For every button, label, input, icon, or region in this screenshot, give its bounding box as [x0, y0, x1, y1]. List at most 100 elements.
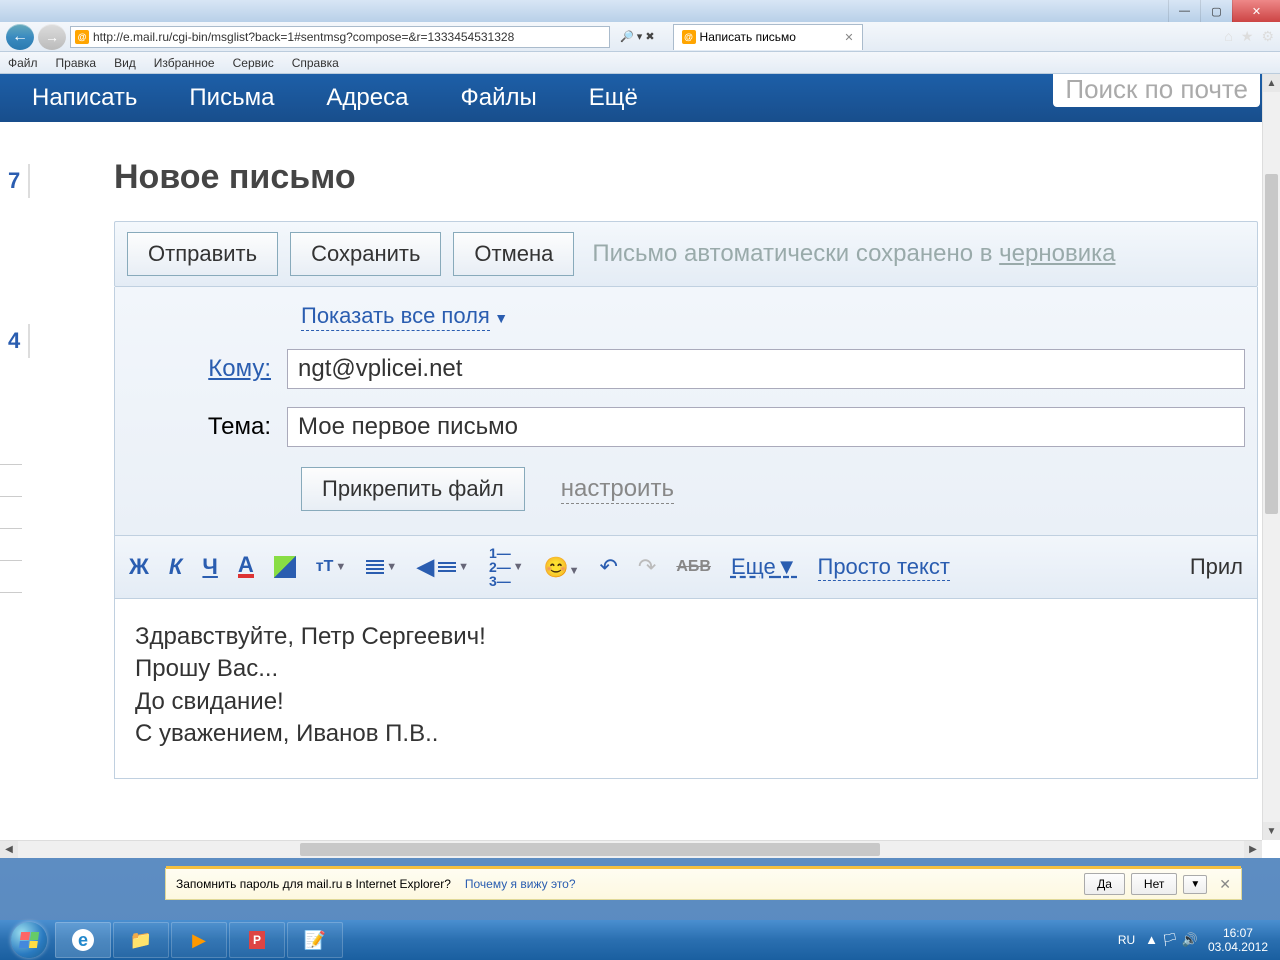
scroll-up-icon[interactable]: ▲: [1263, 74, 1280, 92]
taskbar-ie-icon[interactable]: e: [55, 922, 111, 958]
attach-row: Прикрепить файл настроить: [301, 467, 1245, 511]
infobar-why-link[interactable]: Почему я вижу это?: [465, 877, 576, 891]
addr-controls[interactable]: 🔎 ▾ ✖: [614, 30, 661, 43]
favicon-icon: @: [75, 30, 89, 44]
menu-file[interactable]: Файл: [8, 56, 38, 70]
body-line: Здравствуйте, Петр Сергеевич!: [135, 621, 1237, 653]
taskbar-media-icon[interactable]: ▶: [171, 922, 227, 958]
nav-more[interactable]: Ещё: [589, 84, 638, 112]
list-icon[interactable]: 1—2—3—▼: [489, 546, 524, 588]
editor-toolbar: Ж К Ч А тТ▼ ▼ ◀▼ 1—2—3—▼ 😊▼ ↶ ↷ АБВ Еще▼…: [114, 536, 1258, 599]
taskbar-powerpoint-icon[interactable]: P: [229, 922, 285, 958]
home-icon[interactable]: ⌂: [1224, 28, 1232, 45]
autosave-drafts-link[interactable]: черновика: [999, 240, 1115, 267]
nav-letters[interactable]: Письма: [189, 84, 274, 112]
tab-close-icon[interactable]: ✕: [844, 31, 853, 44]
to-input[interactable]: [287, 349, 1245, 389]
to-label[interactable]: Кому:: [127, 355, 287, 383]
horizontal-scrollbar[interactable]: ◀ ▶: [0, 840, 1262, 858]
taskbar-notepad-icon[interactable]: 📝: [287, 922, 343, 958]
subject-label: Тема:: [127, 413, 287, 441]
window-maximize-button[interactable]: ▢: [1200, 0, 1232, 22]
body-line: Прошу Вас...: [135, 653, 1237, 685]
taskbar: e 📁 ▶ P 📝 RU ▲ 🏳 🔊 16:07 03.04.2012: [0, 920, 1280, 960]
scroll-left-icon[interactable]: ◀: [0, 841, 18, 858]
italic-icon[interactable]: К: [169, 554, 183, 580]
configure-link[interactable]: настроить: [561, 475, 674, 504]
nav-compose[interactable]: Написать: [32, 84, 137, 112]
mailru-header: Написать Письма Адреса Файлы Ещё Поиск п…: [0, 74, 1280, 122]
gutter-number-7: 7: [0, 164, 30, 198]
editor-body[interactable]: Здравствуйте, Петр Сергеевич! Прошу Вас.…: [114, 599, 1258, 779]
subject-input[interactable]: [287, 407, 1245, 447]
infobar-dropdown-icon[interactable]: ▼: [1183, 875, 1207, 894]
cancel-button[interactable]: Отмена: [453, 232, 574, 276]
indent-icon[interactable]: ◀▼: [417, 554, 469, 580]
scroll-h-thumb[interactable]: [300, 843, 880, 856]
window-titlebar: — ▢ ✕: [0, 0, 1280, 22]
scroll-thumb[interactable]: [1265, 174, 1278, 514]
font-color-icon[interactable]: А: [238, 556, 254, 578]
address-bar[interactable]: @ http://e.mail.ru/cgi-bin/msglist?back=…: [70, 26, 610, 48]
underline-icon[interactable]: Ч: [202, 554, 217, 580]
compose-panel: Новое письмо Отправить Сохранить Отмена …: [114, 158, 1258, 779]
emoji-icon[interactable]: 😊▼: [544, 555, 580, 580]
back-button[interactable]: ←: [6, 24, 34, 50]
system-tray: RU ▲ 🏳 🔊 16:07 03.04.2012: [1118, 926, 1276, 955]
to-field-row: Кому:: [127, 349, 1245, 389]
tray-lang[interactable]: RU: [1118, 933, 1135, 947]
fields-wrap: Показать все поля ▼ Кому: Тема: Прикрепи…: [114, 287, 1258, 536]
tray-clock[interactable]: 16:07 03.04.2012: [1208, 926, 1268, 955]
font-size-icon[interactable]: тТ▼: [316, 558, 347, 576]
show-all-fields-link[interactable]: Показать все поля: [301, 303, 490, 331]
content-area: Написать Письма Адреса Файлы Ещё Поиск п…: [0, 74, 1280, 858]
nav-addresses[interactable]: Адреса: [326, 84, 408, 112]
nav-files[interactable]: Файлы: [460, 84, 536, 112]
ie-right-icons: ⌂ ★ ⚙: [1224, 28, 1274, 45]
infobar-yes-button[interactable]: Да: [1084, 873, 1125, 895]
tray-icons[interactable]: ▲ 🏳 🔊: [1145, 932, 1198, 948]
menu-favorites[interactable]: Избранное: [154, 56, 215, 70]
undo-icon[interactable]: ↶: [599, 554, 617, 580]
menu-help[interactable]: Справка: [292, 56, 339, 70]
scroll-down-icon[interactable]: ▼: [1263, 822, 1280, 840]
chevron-down-icon: ▼: [494, 310, 508, 326]
align-icon[interactable]: ▼: [366, 560, 397, 574]
url-text: http://e.mail.ru/cgi-bin/msglist?back=1#…: [93, 30, 514, 44]
window-close-button[interactable]: ✕: [1232, 0, 1280, 22]
search-mail-input[interactable]: Поиск по почте: [1053, 74, 1260, 107]
ie-nav-toolbar: ← → @ http://e.mail.ru/cgi-bin/msglist?b…: [0, 22, 1280, 52]
scroll-right-icon[interactable]: ▶: [1244, 841, 1262, 858]
infobar-close-icon[interactable]: ✕: [1219, 876, 1231, 893]
gear-icon[interactable]: ⚙: [1261, 28, 1274, 45]
infobar-no-button[interactable]: Нет: [1131, 873, 1177, 895]
ie-menu-bar: Файл Правка Вид Избранное Сервис Справка: [0, 52, 1280, 74]
highlight-icon[interactable]: [274, 556, 296, 578]
forward-button[interactable]: →: [38, 24, 66, 50]
menu-view[interactable]: Вид: [114, 56, 136, 70]
start-button[interactable]: [4, 921, 54, 959]
browser-tab[interactable]: @ Написать письмо ✕: [673, 24, 863, 50]
subject-field-row: Тема:: [127, 407, 1245, 447]
menu-edit[interactable]: Правка: [56, 56, 97, 70]
plain-text-link[interactable]: Просто текст: [818, 554, 950, 581]
tabs-bar: @ Написать письмо ✕: [673, 24, 863, 50]
toolbar-more-link[interactable]: Еще▼: [731, 554, 798, 580]
strike-icon[interactable]: АБВ: [676, 558, 711, 576]
autosave-text: Письмо автоматически сохранено в чернови…: [592, 240, 1115, 268]
attach-file-button[interactable]: Прикрепить файл: [301, 467, 525, 511]
taskbar-explorer-icon[interactable]: 📁: [113, 922, 169, 958]
star-icon[interactable]: ★: [1241, 28, 1254, 45]
menu-service[interactable]: Сервис: [233, 56, 274, 70]
redo-icon[interactable]: ↷: [638, 554, 656, 580]
page-title: Новое письмо: [114, 158, 1258, 197]
gutter-number-4: 4: [0, 324, 30, 358]
compose-button-row: Отправить Сохранить Отмена Письмо автома…: [114, 221, 1258, 287]
body-line: До свидание!: [135, 686, 1237, 718]
send-button[interactable]: Отправить: [127, 232, 278, 276]
bold-icon[interactable]: Ж: [129, 554, 149, 580]
window-minimize-button[interactable]: —: [1168, 0, 1200, 22]
save-button[interactable]: Сохранить: [290, 232, 441, 276]
vertical-scrollbar[interactable]: ▲ ▼: [1262, 74, 1280, 840]
body-line: С уважением, Иванов П.В..: [135, 718, 1237, 750]
